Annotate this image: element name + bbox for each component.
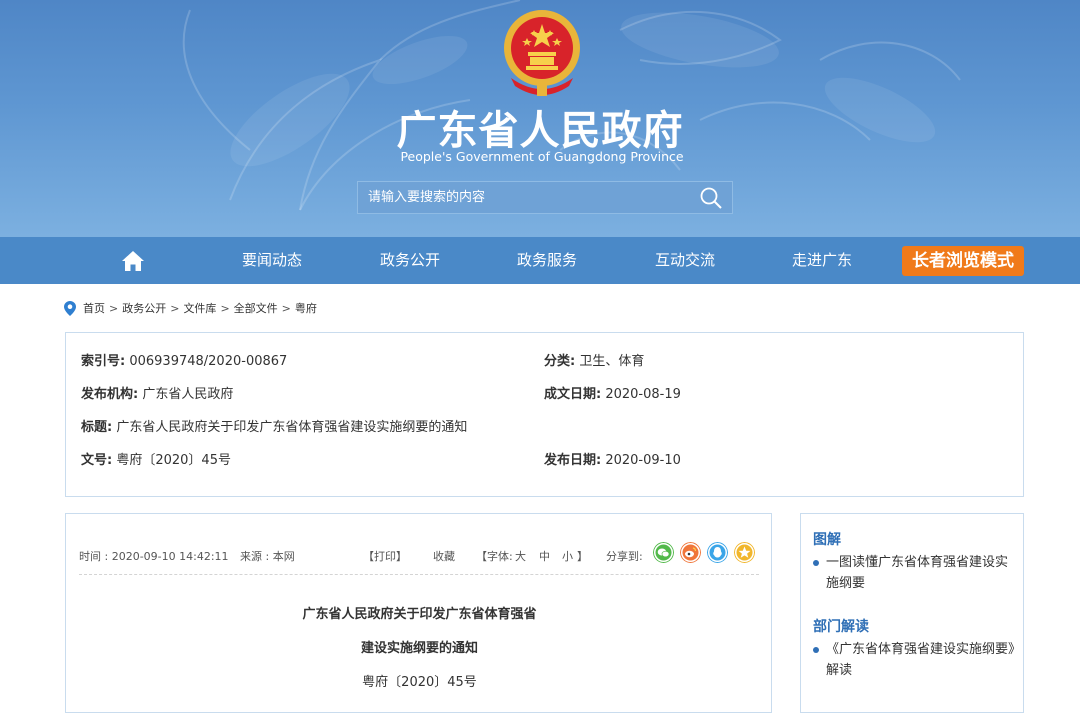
article-title-line-2: 建设实施纲要的通知	[360, 641, 478, 656]
info-index: 索引号: 006939748/2020-00867	[81, 350, 287, 369]
breadcrumb-home[interactable]: 首页	[83, 300, 105, 316]
article-source: 来源 : 本网	[240, 550, 295, 563]
home-icon[interactable]	[121, 250, 145, 272]
info-category-value: 卫生、体育	[579, 354, 645, 369]
font-size-medium[interactable]: 中	[539, 548, 550, 564]
nav-item-gov-affairs[interactable]: 政务公开	[380, 237, 440, 284]
info-docno-value: 粤府〔2020〕45号	[116, 453, 231, 468]
search-input[interactable]	[358, 182, 688, 213]
font-size-large[interactable]: 大	[515, 548, 526, 564]
info-published-label: 发布日期:	[544, 453, 602, 468]
share-label: 分享到:	[606, 550, 643, 563]
favorite-link[interactable]: 收藏	[433, 548, 455, 564]
site-title: 广东省人民政府	[396, 108, 684, 154]
font-size-small[interactable]: 小	[562, 548, 573, 564]
article-meta-bar: 时间 : 2020-09-10 14:42:11 来源 : 本网 【打印】 收藏…	[79, 542, 759, 566]
meta-divider	[79, 574, 759, 575]
info-title-label: 标题:	[81, 420, 113, 435]
national-emblem-icon	[504, 10, 580, 96]
nav-item-services[interactable]: 政务服务	[517, 237, 577, 284]
breadcrumb-separator: >	[170, 301, 180, 315]
nav-item-interaction[interactable]: 互动交流	[655, 237, 715, 284]
info-published-date: 发布日期: 2020-09-10	[544, 449, 681, 468]
info-issuer-label: 发布机构:	[81, 387, 139, 402]
document-info-box: 索引号: 006939748/2020-00867 分类: 卫生、体育 发布机构…	[65, 332, 1024, 497]
breadcrumb-separator: >	[109, 301, 119, 315]
location-pin-icon	[64, 300, 76, 316]
site-header: 广东省人民政府 People's Government of Guangdong…	[0, 0, 1080, 237]
search-box	[357, 181, 733, 214]
nav-item-about-guangdong[interactable]: 走进广东	[792, 237, 852, 284]
info-index-value: 006939748/2020-00867	[129, 354, 288, 369]
sidebar-section-interpretation[interactable]: 部门解读	[813, 616, 869, 636]
breadcrumb: 首页 > 政务公开 > 文件库 > 全部文件 > 粤府	[64, 300, 317, 316]
info-written-label: 成文日期:	[544, 387, 602, 402]
breadcrumb-current[interactable]: 粤府	[295, 300, 317, 316]
info-issuer: 发布机构: 广东省人民政府	[81, 383, 233, 402]
breadcrumb-gov-affairs[interactable]: 政务公开	[122, 300, 166, 316]
info-written-value: 2020-08-19	[605, 387, 681, 402]
font-size-suffix: 】	[577, 550, 588, 563]
breadcrumb-separator: >	[281, 301, 291, 315]
info-category: 分类: 卫生、体育	[544, 350, 644, 369]
info-issuer-value: 广东省人民政府	[142, 387, 234, 402]
elder-mode-button[interactable]: 长者浏览模式	[902, 246, 1024, 276]
info-doc-number: 文号: 粤府〔2020〕45号	[81, 449, 231, 468]
sidebar-item-interpretation[interactable]: 《广东省体育强省建设实施纲要》解读	[813, 639, 1018, 681]
search-icon[interactable]	[698, 186, 724, 210]
weibo-share-icon[interactable]	[680, 542, 701, 563]
article-title-line-1: 广东省人民政府关于印发广东省体育强省	[302, 607, 537, 622]
info-docno-label: 文号:	[81, 453, 113, 468]
breadcrumb-separator: >	[220, 301, 230, 315]
sidebar-section-infographic[interactable]: 图解	[813, 529, 841, 549]
main-nav: 要闻动态 政务公开 政务服务 互动交流 走进广东 长者浏览模式	[0, 237, 1080, 284]
breadcrumb-all-files[interactable]: 全部文件	[234, 300, 278, 316]
article-time: 时间 : 2020-09-10 14:42:11	[79, 550, 229, 563]
article-doc-number: 粤府〔2020〕45号	[362, 675, 477, 690]
info-category-label: 分类:	[544, 354, 576, 369]
info-written-date: 成文日期: 2020-08-19	[544, 383, 681, 402]
breadcrumb-file-library[interactable]: 文件库	[183, 300, 216, 316]
qq-share-icon[interactable]	[707, 542, 728, 563]
font-size-prefix: 【字体:	[476, 550, 513, 563]
info-title: 标题: 广东省人民政府关于印发广东省体育强省建设实施纲要的通知	[81, 416, 467, 435]
wechat-share-icon[interactable]	[653, 542, 674, 563]
article-panel: 时间 : 2020-09-10 14:42:11 来源 : 本网 【打印】 收藏…	[65, 513, 772, 713]
related-sidebar: 图解 一图读懂广东省体育强省建设实施纲要 部门解读 《广东省体育强省建设实施纲要…	[800, 513, 1024, 713]
site-subtitle: People's Government of Guangdong Provinc…	[400, 149, 684, 164]
sidebar-item-infographic[interactable]: 一图读懂广东省体育强省建设实施纲要	[813, 552, 1018, 594]
info-title-value: 广东省人民政府关于印发广东省体育强省建设实施纲要的通知	[116, 420, 468, 435]
info-index-label: 索引号:	[81, 354, 126, 369]
print-link[interactable]: 【打印】	[363, 548, 407, 564]
info-published-value: 2020-09-10	[605, 453, 681, 468]
nav-item-news[interactable]: 要闻动态	[242, 237, 302, 284]
qzone-share-icon[interactable]	[734, 542, 755, 563]
